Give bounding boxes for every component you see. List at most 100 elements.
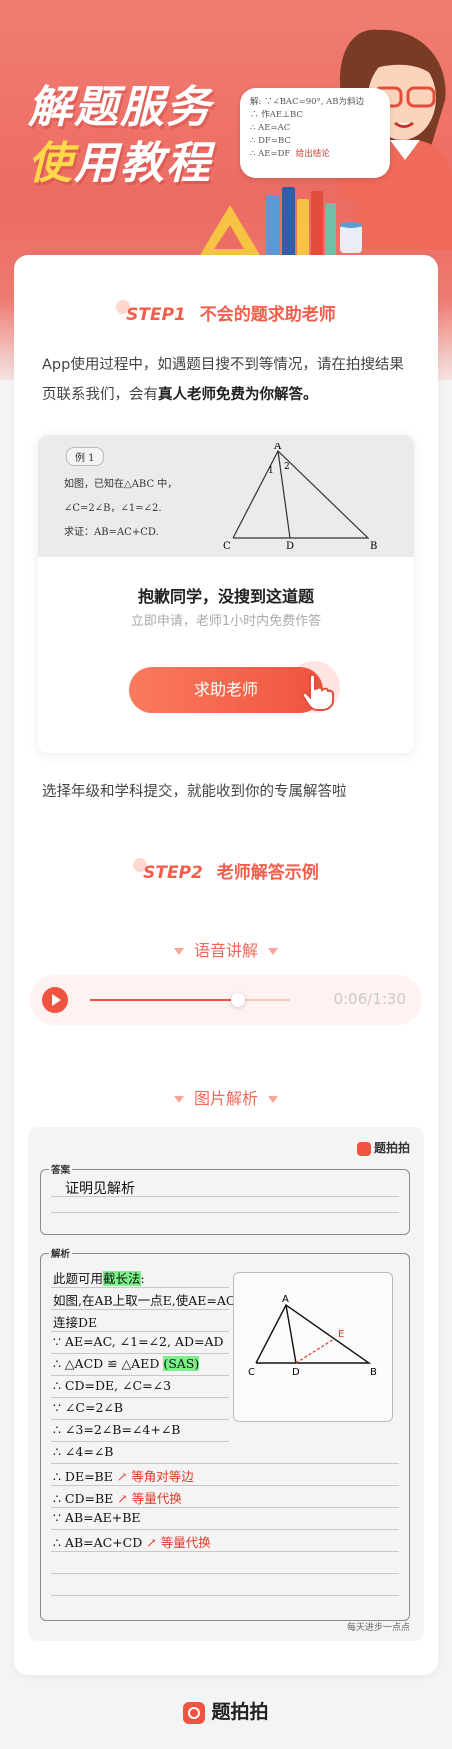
proof-line: ∵ ∠C=2∠B	[53, 1400, 123, 1415]
hero-title-highlight: 使	[28, 138, 74, 189]
proof-line: ∵ AE=AC, ∠1=∠2, AD=AD	[53, 1334, 224, 1349]
hero-title-line1: 解题服务	[28, 82, 212, 133]
rule-line	[51, 1529, 399, 1530]
proof-text: :	[140, 1271, 145, 1286]
svg-text:C: C	[223, 541, 231, 552]
proof-line: ∴ DE=BE ↗ 等角对等边	[53, 1466, 194, 1485]
proof-annotation: 等角对等边	[131, 1469, 194, 1484]
proof-line: ∵ AB=AE+BE	[53, 1510, 141, 1525]
proof-line: ∴ AB=AC+CD ↗ 等量代换	[53, 1532, 211, 1551]
hero-title: 解题服务 使用教程	[28, 80, 212, 192]
proof-highlight: (SAS)	[163, 1356, 200, 1371]
step1-description: App使用过程中，如遇题目搜不到等情况，请在拍搜结果页联系我们，会有真人老师免费…	[42, 350, 412, 410]
step2-heading: STEP2 老师解答示例	[14, 858, 438, 883]
figure-label: D	[292, 1367, 300, 1378]
bubble-line: ∴ AE=AC	[250, 123, 291, 133]
voice-section-title: 语音讲解	[14, 937, 438, 961]
rule-line	[51, 1551, 399, 1552]
progress-track[interactable]	[90, 993, 290, 1007]
step2-title: 老师解答示例	[216, 863, 319, 883]
sheet-brand-text: 题拍拍	[373, 1141, 410, 1155]
triangle-down-icon	[173, 948, 184, 955]
proof-text: ∴ ∠3=2∠B=∠4+∠B	[53, 1422, 181, 1437]
rule-line	[51, 1375, 229, 1376]
figure-label: C	[248, 1367, 255, 1378]
proof-line: ∴ ∠4=∠B	[53, 1444, 114, 1459]
figure-label: B	[370, 1367, 377, 1378]
proof-line: 此题可用截长法:	[53, 1268, 145, 1287]
proof-annotation: 等量代换	[131, 1491, 182, 1506]
answer-text: 证明见解析	[65, 1181, 135, 1197]
brand-logo-icon	[356, 1141, 371, 1156]
figure-label: A	[282, 1294, 289, 1305]
proof-text: ∴ △ACD ≌ △AED	[53, 1356, 164, 1371]
svg-text:1: 1	[268, 466, 274, 476]
image-label: 图片解析	[193, 1089, 258, 1108]
svg-text:B: B	[370, 541, 377, 552]
rule-line	[51, 1331, 229, 1332]
proof-text: ∵ ∠C=2∠B	[53, 1400, 124, 1415]
bubble-line: ∴ 作AE⊥BC	[250, 110, 303, 120]
proof-line: ∴ △ACD ≌ △AED (SAS)	[53, 1356, 200, 1371]
proof-annotation: 等量代换	[160, 1535, 211, 1550]
sheet-footnote: 每天进步一点点	[346, 1623, 410, 1633]
rule-line	[51, 1485, 399, 1486]
proof-line: ∴ CD=DE, ∠C=∠3	[53, 1378, 171, 1393]
rule-line	[51, 1212, 399, 1213]
rule-line	[51, 1419, 229, 1420]
no-result-subtitle: 立即申请，老师1小时内免费作答	[130, 614, 322, 629]
triangle-figure: A C D B 1 2	[223, 443, 377, 552]
bubble-line: ∴ DF=BC	[250, 136, 291, 146]
books-illustration	[200, 187, 362, 260]
proof-text: 连接DE	[53, 1315, 98, 1330]
answer-label: 答案	[49, 1162, 73, 1176]
proof-line: 如图,在AB上取一点E,使AE=AC	[53, 1290, 236, 1309]
triangle-down-icon	[268, 1096, 278, 1103]
proof-text: ∴ CD=DE, ∠C=∠3	[53, 1378, 172, 1393]
progress-knob[interactable]	[231, 993, 245, 1007]
arrow-icon: ↗	[142, 1535, 161, 1550]
search-failed-demo: 例 1 如图，已知在△ABC 中， ∠C=2∠B，∠1=∠2. 求证：AB=AC…	[38, 435, 414, 753]
arrow-icon: ↗	[113, 1491, 132, 1506]
rule-line	[51, 1507, 399, 1508]
solution-bubble: 解: ∵∠BAC=90°, AB为斜边 ∴ 作AE⊥BC ∴ AE=AC ∴ D…	[240, 88, 390, 178]
question-line: ∠C=2∠B，∠1=∠2.	[64, 503, 162, 514]
example-tag: 例 1	[66, 447, 104, 466]
rule-line	[51, 1353, 229, 1354]
ask-teacher-button[interactable]: 求助老师	[129, 667, 323, 713]
progress-fill	[90, 999, 238, 1001]
arrow-icon: ↗	[112, 1469, 132, 1484]
proof-figure: A C D B E	[233, 1272, 393, 1422]
answer-sheet: 题拍拍 答案 证明见解析 解析 此题可用截长法: 如图,在AB上取一点E,使AE=…	[28, 1127, 424, 1641]
step1-desc-bold: 真人老师免费为你解答。	[158, 387, 318, 403]
hand-pointer-icon	[301, 673, 334, 711]
proof-text: ∵ AB=AE+BE	[53, 1510, 141, 1525]
proof-text: ∴ AB=AC+CD	[53, 1535, 143, 1550]
sheet-brand: 题拍拍	[356, 1139, 410, 1156]
answer-box: 答案 证明见解析	[40, 1162, 410, 1235]
proof-highlight: 截长法	[103, 1271, 141, 1286]
no-result-title: 抱歉同学，没搜到这道题	[137, 587, 314, 606]
tutorial-card: STEP1 不会的题求助老师 App使用过程中，如遇题目搜不到等情况，请在拍搜结…	[14, 255, 438, 1675]
rule-line	[51, 1309, 229, 1310]
rule-line	[51, 1287, 229, 1288]
proof-line: ∴ ∠3=2∠B=∠4+∠B	[53, 1422, 180, 1437]
play-icon[interactable]	[42, 987, 68, 1013]
triangle-down-icon	[173, 1096, 184, 1103]
svg-text:A: A	[273, 443, 282, 452]
step1-heading: STEP1 不会的题求助老师	[14, 300, 438, 325]
proof-line: 连接DE	[53, 1312, 97, 1331]
proof-text: 如图,在AB上取一点E,使AE=AC	[53, 1293, 236, 1308]
step1-tag: STEP1	[126, 305, 186, 325]
hero-title-line2: 用教程	[74, 138, 212, 189]
bubble-red-note: 给出结论	[295, 149, 330, 159]
question-line: 求证：AB=AC+CD.	[64, 527, 159, 538]
proof-text: ∵ AE=AC, ∠1=∠2, AD=AD	[53, 1334, 224, 1349]
rule-line	[51, 1397, 229, 1398]
question-photo: 例 1 如图，已知在△ABC 中， ∠C=2∠B，∠1=∠2. 求证：AB=AC…	[38, 435, 414, 557]
proof-triangle-figure: A C D B E	[248, 1294, 377, 1378]
footer-brand-text: 题拍拍	[211, 1701, 269, 1723]
brand-logo-icon	[183, 1701, 206, 1724]
step2-tag: STEP2	[143, 863, 203, 883]
rule-line	[51, 1196, 399, 1197]
